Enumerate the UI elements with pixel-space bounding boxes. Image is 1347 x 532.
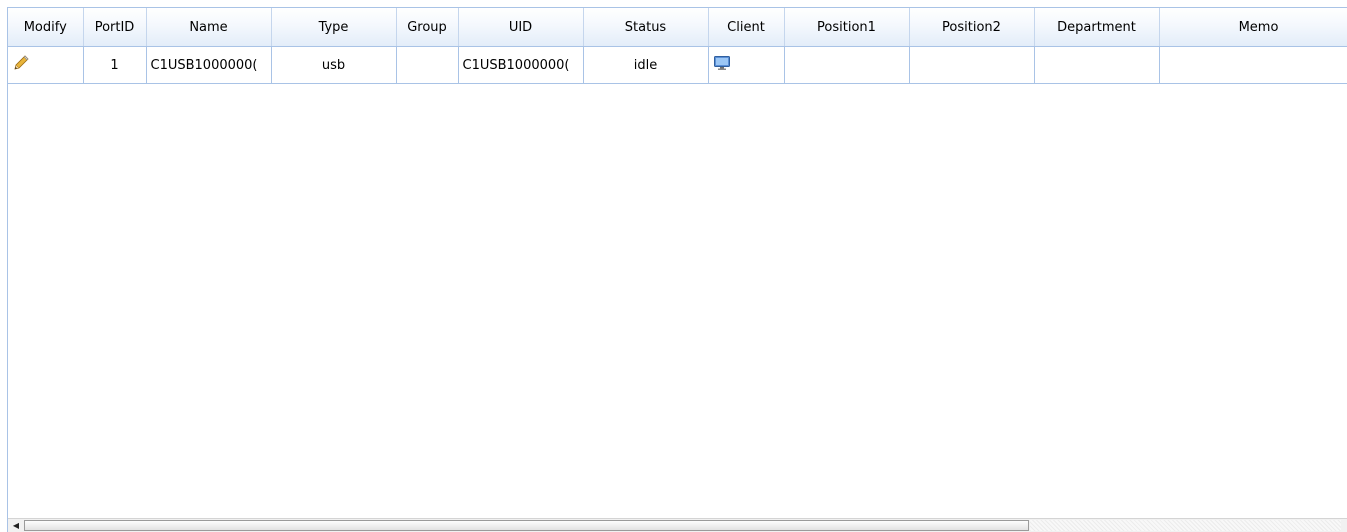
cell-client[interactable] [708, 46, 785, 84]
column-header-position1[interactable]: Position1 [784, 8, 910, 47]
scrollbar-track[interactable] [1030, 520, 1341, 531]
column-header-client[interactable]: Client [708, 8, 785, 47]
column-header-group[interactable]: Group [396, 8, 459, 47]
cell-memo [1159, 46, 1347, 84]
cell-uid: C1USB1000000( [458, 46, 584, 84]
cell-department [1034, 46, 1160, 84]
cell-status: idle [583, 46, 709, 84]
cell-portid: 1 [83, 46, 147, 84]
horizontal-scrollbar[interactable]: ◀ [8, 518, 1347, 532]
column-header-portid[interactable]: PortID [83, 8, 147, 47]
column-header-name[interactable]: Name [146, 8, 272, 47]
column-header-memo[interactable]: Memo [1159, 8, 1347, 47]
cell-position1 [784, 46, 910, 84]
column-header-department[interactable]: Department [1034, 8, 1160, 47]
port-grid: Modify PortID Name Type Group UID Status… [7, 7, 1347, 532]
pencil-icon[interactable] [12, 54, 30, 76]
header-row: Modify PortID Name Type Group UID Status… [8, 8, 1347, 47]
cell-type: usb [271, 46, 397, 84]
cell-modify[interactable] [8, 46, 84, 84]
cell-name: C1USB1000000( [146, 46, 272, 84]
scrollbar-thumb[interactable] [24, 520, 1029, 531]
column-header-position2[interactable]: Position2 [909, 8, 1035, 47]
cell-position2 [909, 46, 1035, 84]
port-table: Modify PortID Name Type Group UID Status… [8, 8, 1347, 84]
column-header-uid[interactable]: UID [458, 8, 584, 47]
scroll-left-arrow-icon[interactable]: ◀ [10, 521, 22, 531]
column-header-modify[interactable]: Modify [8, 8, 84, 47]
column-header-type[interactable]: Type [271, 8, 397, 47]
cell-group [396, 46, 459, 84]
table-row[interactable]: 1 C1USB1000000( usb C1USB1000000( idle [8, 46, 1347, 84]
monitor-icon[interactable] [713, 55, 731, 75]
column-header-status[interactable]: Status [583, 8, 709, 47]
